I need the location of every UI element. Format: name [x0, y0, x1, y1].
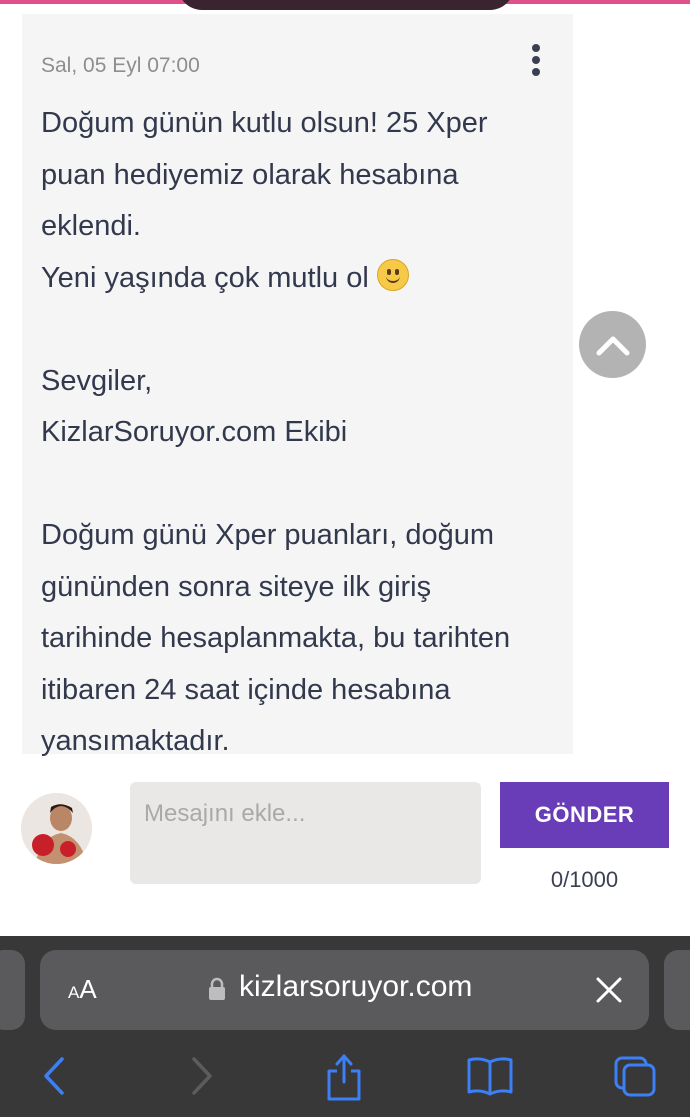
- kebab-menu-icon[interactable]: [527, 44, 545, 80]
- lock-icon: [209, 977, 225, 1000]
- message-line: Doğum günün kutlu olsun! 25 Xper: [41, 107, 488, 139]
- message-line-with-emoji: Yeni yaşında çok mutlu ol: [41, 253, 561, 305]
- chevron-up-icon: [596, 336, 629, 355]
- share-icon[interactable]: [323, 1050, 365, 1102]
- back-icon[interactable]: [40, 1054, 68, 1098]
- smiling-face-icon: [376, 258, 409, 291]
- message-input[interactable]: Mesajını ekle...: [130, 782, 481, 884]
- forward-icon[interactable]: [188, 1054, 216, 1098]
- next-tab-preview[interactable]: [664, 950, 690, 1030]
- message-timestamp: Sal, 05 Eyl 07:00: [41, 54, 200, 77]
- message-line: tarihinde hesaplanmakta, bu tarihten: [41, 622, 511, 654]
- message-line: puan hediyemiz olarak hesabına: [41, 158, 459, 191]
- address-bar[interactable]: AA kizlarsoruyor.com: [40, 950, 649, 1030]
- message-line: itibaren 24 saat içinde hesabına: [41, 673, 451, 706]
- message-line: KizlarSoruyor.com Ekibi: [41, 416, 348, 448]
- avatar[interactable]: [21, 793, 92, 864]
- reader-settings-button[interactable]: AA: [68, 974, 97, 1005]
- previous-tab-preview[interactable]: [0, 950, 25, 1030]
- url-text: kizlarsoruyor.com: [239, 970, 473, 1003]
- message-line: Doğum günü Xper puanları, doğum: [41, 519, 495, 551]
- message-line: Yeni yaşında çok mutlu ol: [41, 261, 369, 294]
- message-input-placeholder: Mesajını ekle...: [144, 800, 306, 827]
- message-line-blank: [41, 304, 561, 356]
- scroll-to-top-button[interactable]: [579, 311, 646, 378]
- avatar-image: [21, 793, 92, 864]
- message-card: Sal, 05 Eyl 07:00 Doğum günün kutlu olsu…: [22, 14, 573, 757]
- tabs-icon[interactable]: [612, 1054, 658, 1098]
- message-line: Sevgiler,: [41, 364, 153, 397]
- message-body: Doğum günün kutlu olsun! 25 Xper puan he…: [41, 98, 561, 768]
- character-counter: 0/1000: [550, 867, 619, 892]
- bookmarks-icon[interactable]: [466, 1054, 514, 1096]
- top-notch: [178, 0, 514, 10]
- browser-chrome: AA kizlarsoruyor.com: [0, 936, 690, 1117]
- close-icon[interactable]: [594, 975, 624, 1005]
- message-line: eklendi.: [41, 210, 141, 242]
- message-line: gününden sonra siteye ilk giriş: [41, 570, 432, 603]
- message-line: yansımaktadır.: [41, 725, 230, 757]
- send-button[interactable]: GÖNDER: [500, 782, 669, 848]
- message-line-blank: [41, 459, 561, 511]
